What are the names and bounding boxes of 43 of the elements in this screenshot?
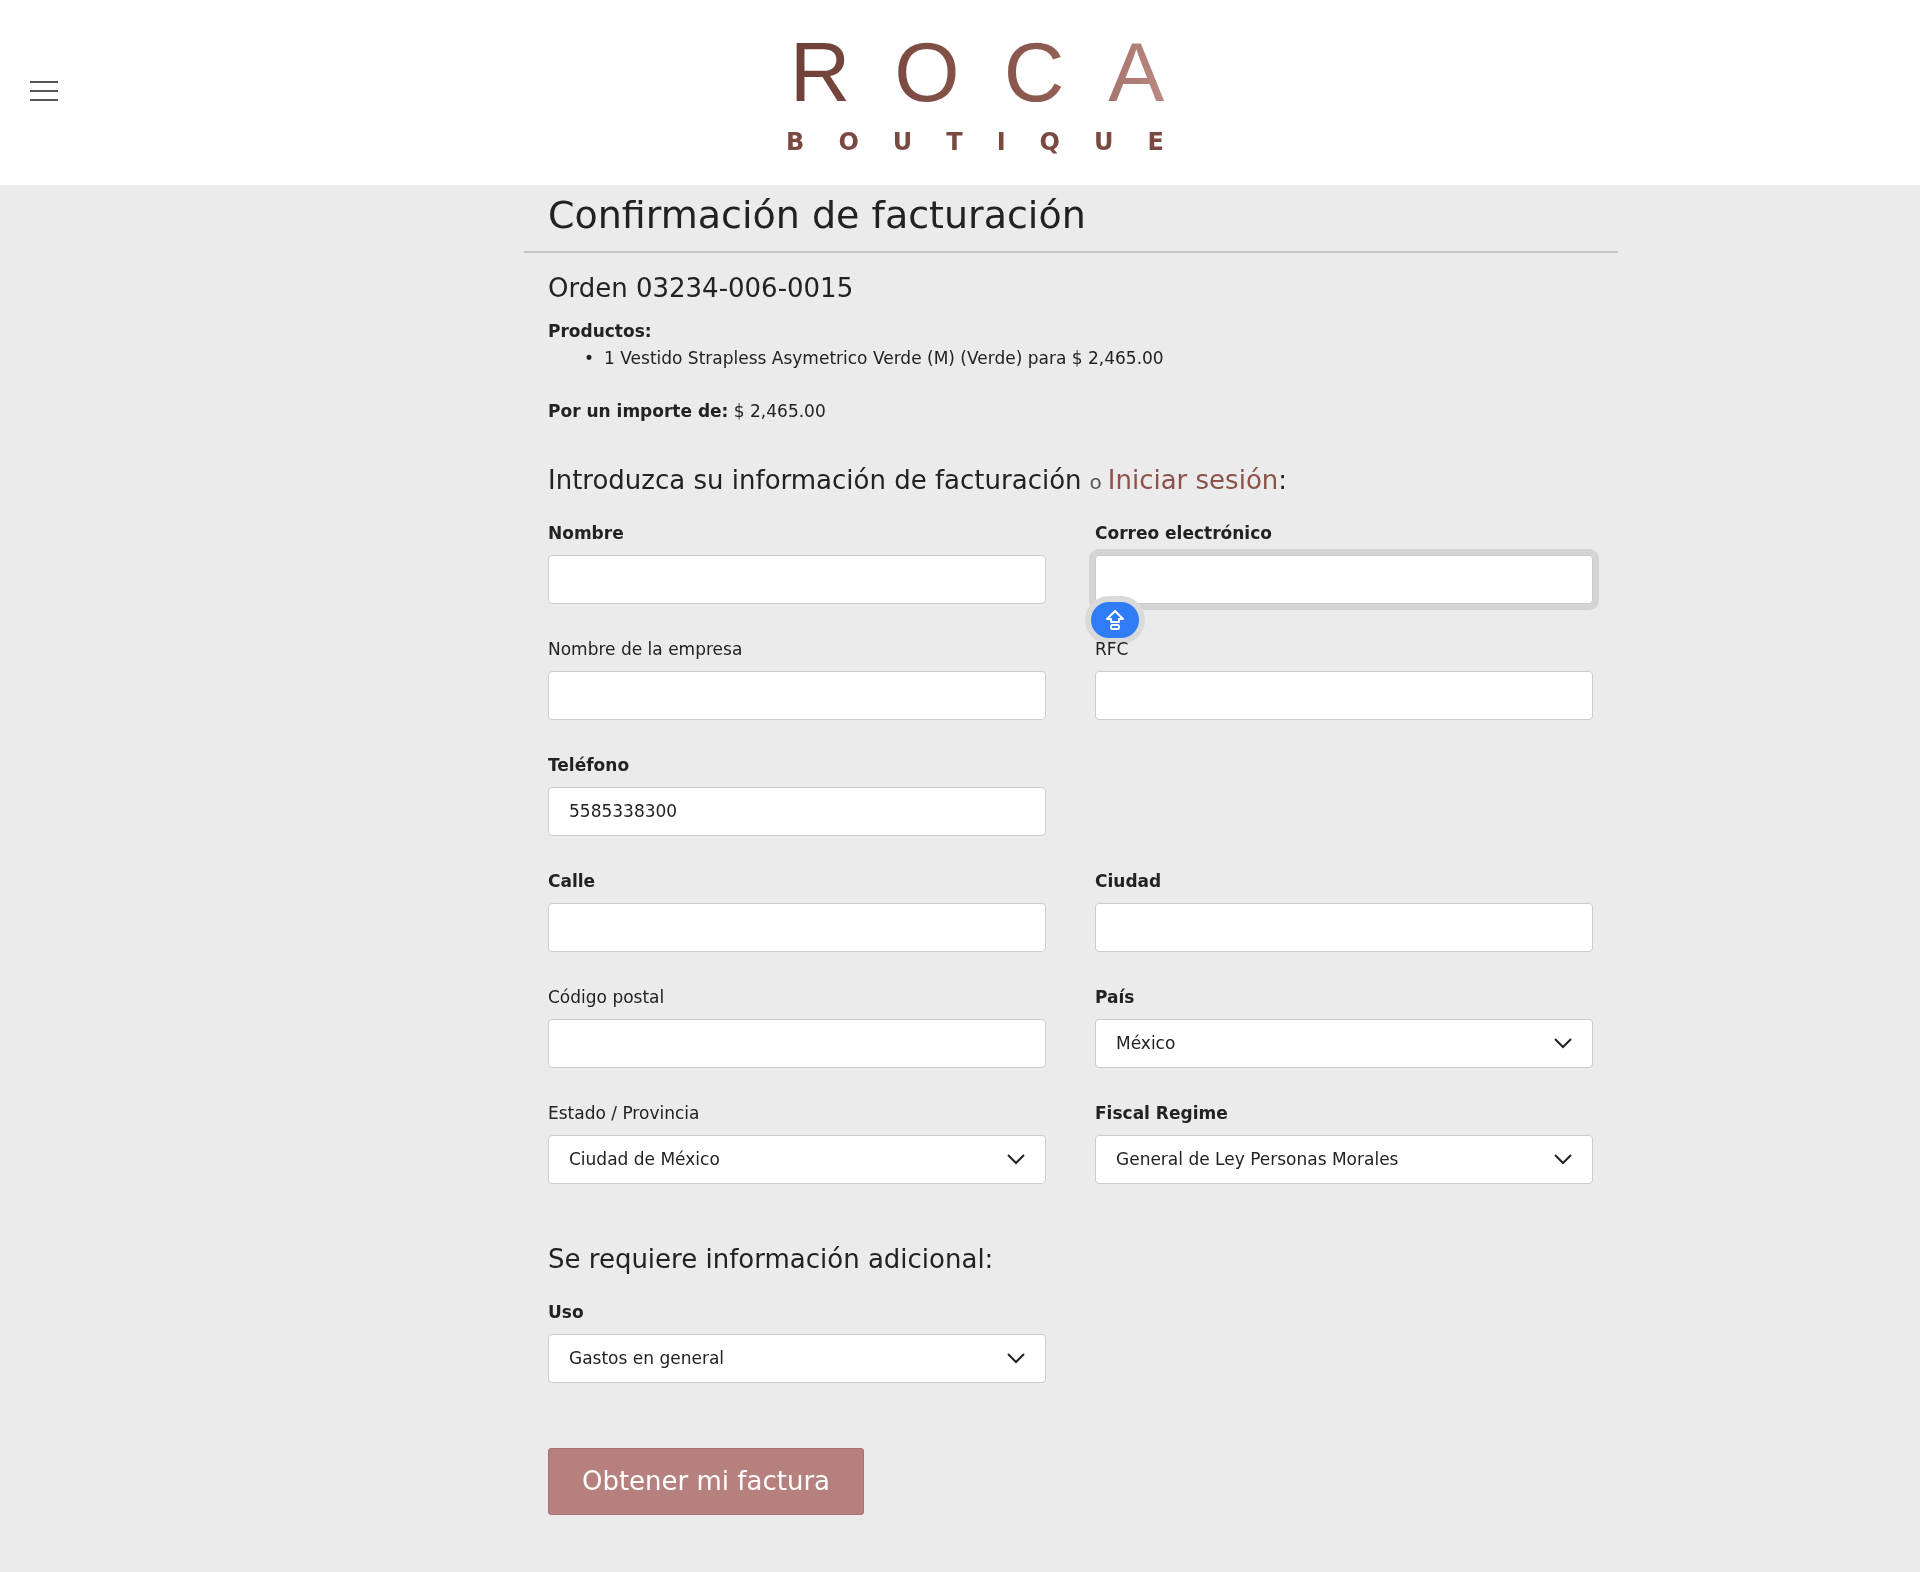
login-link[interactable]: Iniciar sesión — [1107, 464, 1279, 495]
bullet-mark: • — [584, 347, 595, 370]
or-text: o — [1089, 469, 1102, 494]
chevron-down-icon — [1007, 1352, 1025, 1364]
input-field[interactable] — [1095, 670, 1593, 720]
input-field[interactable] — [1095, 902, 1593, 952]
field-label: Nombre de la empresa — [548, 638, 743, 659]
field-label: País — [1095, 986, 1135, 1007]
section-heading: Se requiere información adicional: — [548, 1243, 994, 1274]
dropdown[interactable]: Ciudad de México — [548, 1134, 1046, 1184]
colon-text: : — [1278, 464, 1288, 495]
field-label: Fiscal Regime — [1095, 1102, 1228, 1123]
amount-value: $ 2,465.00 — [733, 400, 826, 421]
page-title: Confirmación de facturación — [524, 185, 1618, 253]
field-label: Ciudad — [1095, 870, 1162, 891]
input-field[interactable] — [548, 1018, 1046, 1068]
input-field[interactable] — [548, 670, 1046, 720]
dropdown[interactable]: Gastos en general — [548, 1333, 1046, 1383]
arrow-up-icon — [1104, 608, 1126, 631]
field-label: Código postal — [548, 986, 665, 1007]
chevron-down-icon — [1007, 1153, 1025, 1165]
field-label: Teléfono — [548, 754, 630, 775]
input-field[interactable]: 5585338300 — [548, 786, 1046, 836]
amount-label: Por un importe de: — [548, 400, 729, 421]
order-title: Orden 03234-006-0015 — [548, 273, 855, 303]
menu-icon[interactable] — [30, 80, 58, 102]
input-field[interactable] — [1095, 554, 1593, 604]
field-label: Estado / Provincia — [548, 1102, 700, 1123]
field-label: Calle — [548, 870, 596, 891]
input-field[interactable] — [548, 554, 1046, 604]
field-label: Uso — [548, 1301, 584, 1322]
dropdown[interactable]: General de Ley Personas Morales — [1095, 1134, 1593, 1184]
input-field[interactable] — [548, 902, 1046, 952]
field-label: Correo electrónico — [1095, 522, 1272, 543]
chevron-down-icon — [1554, 1037, 1572, 1049]
chevron-down-icon — [1554, 1153, 1572, 1165]
field-label: RFC — [1095, 638, 1129, 659]
field-label: Nombre — [548, 522, 624, 543]
dropdown[interactable]: México — [1095, 1018, 1593, 1068]
logo-subword: BOUTIQUE — [786, 127, 1198, 156]
products-label: Productos: — [548, 321, 652, 341]
section-heading: Introduzca su información de facturación — [548, 464, 1082, 495]
product-item: 1 Vestido Strapless Asymetrico Verde (M) (Verde) para $ 2,465.00 — [604, 347, 1164, 370]
